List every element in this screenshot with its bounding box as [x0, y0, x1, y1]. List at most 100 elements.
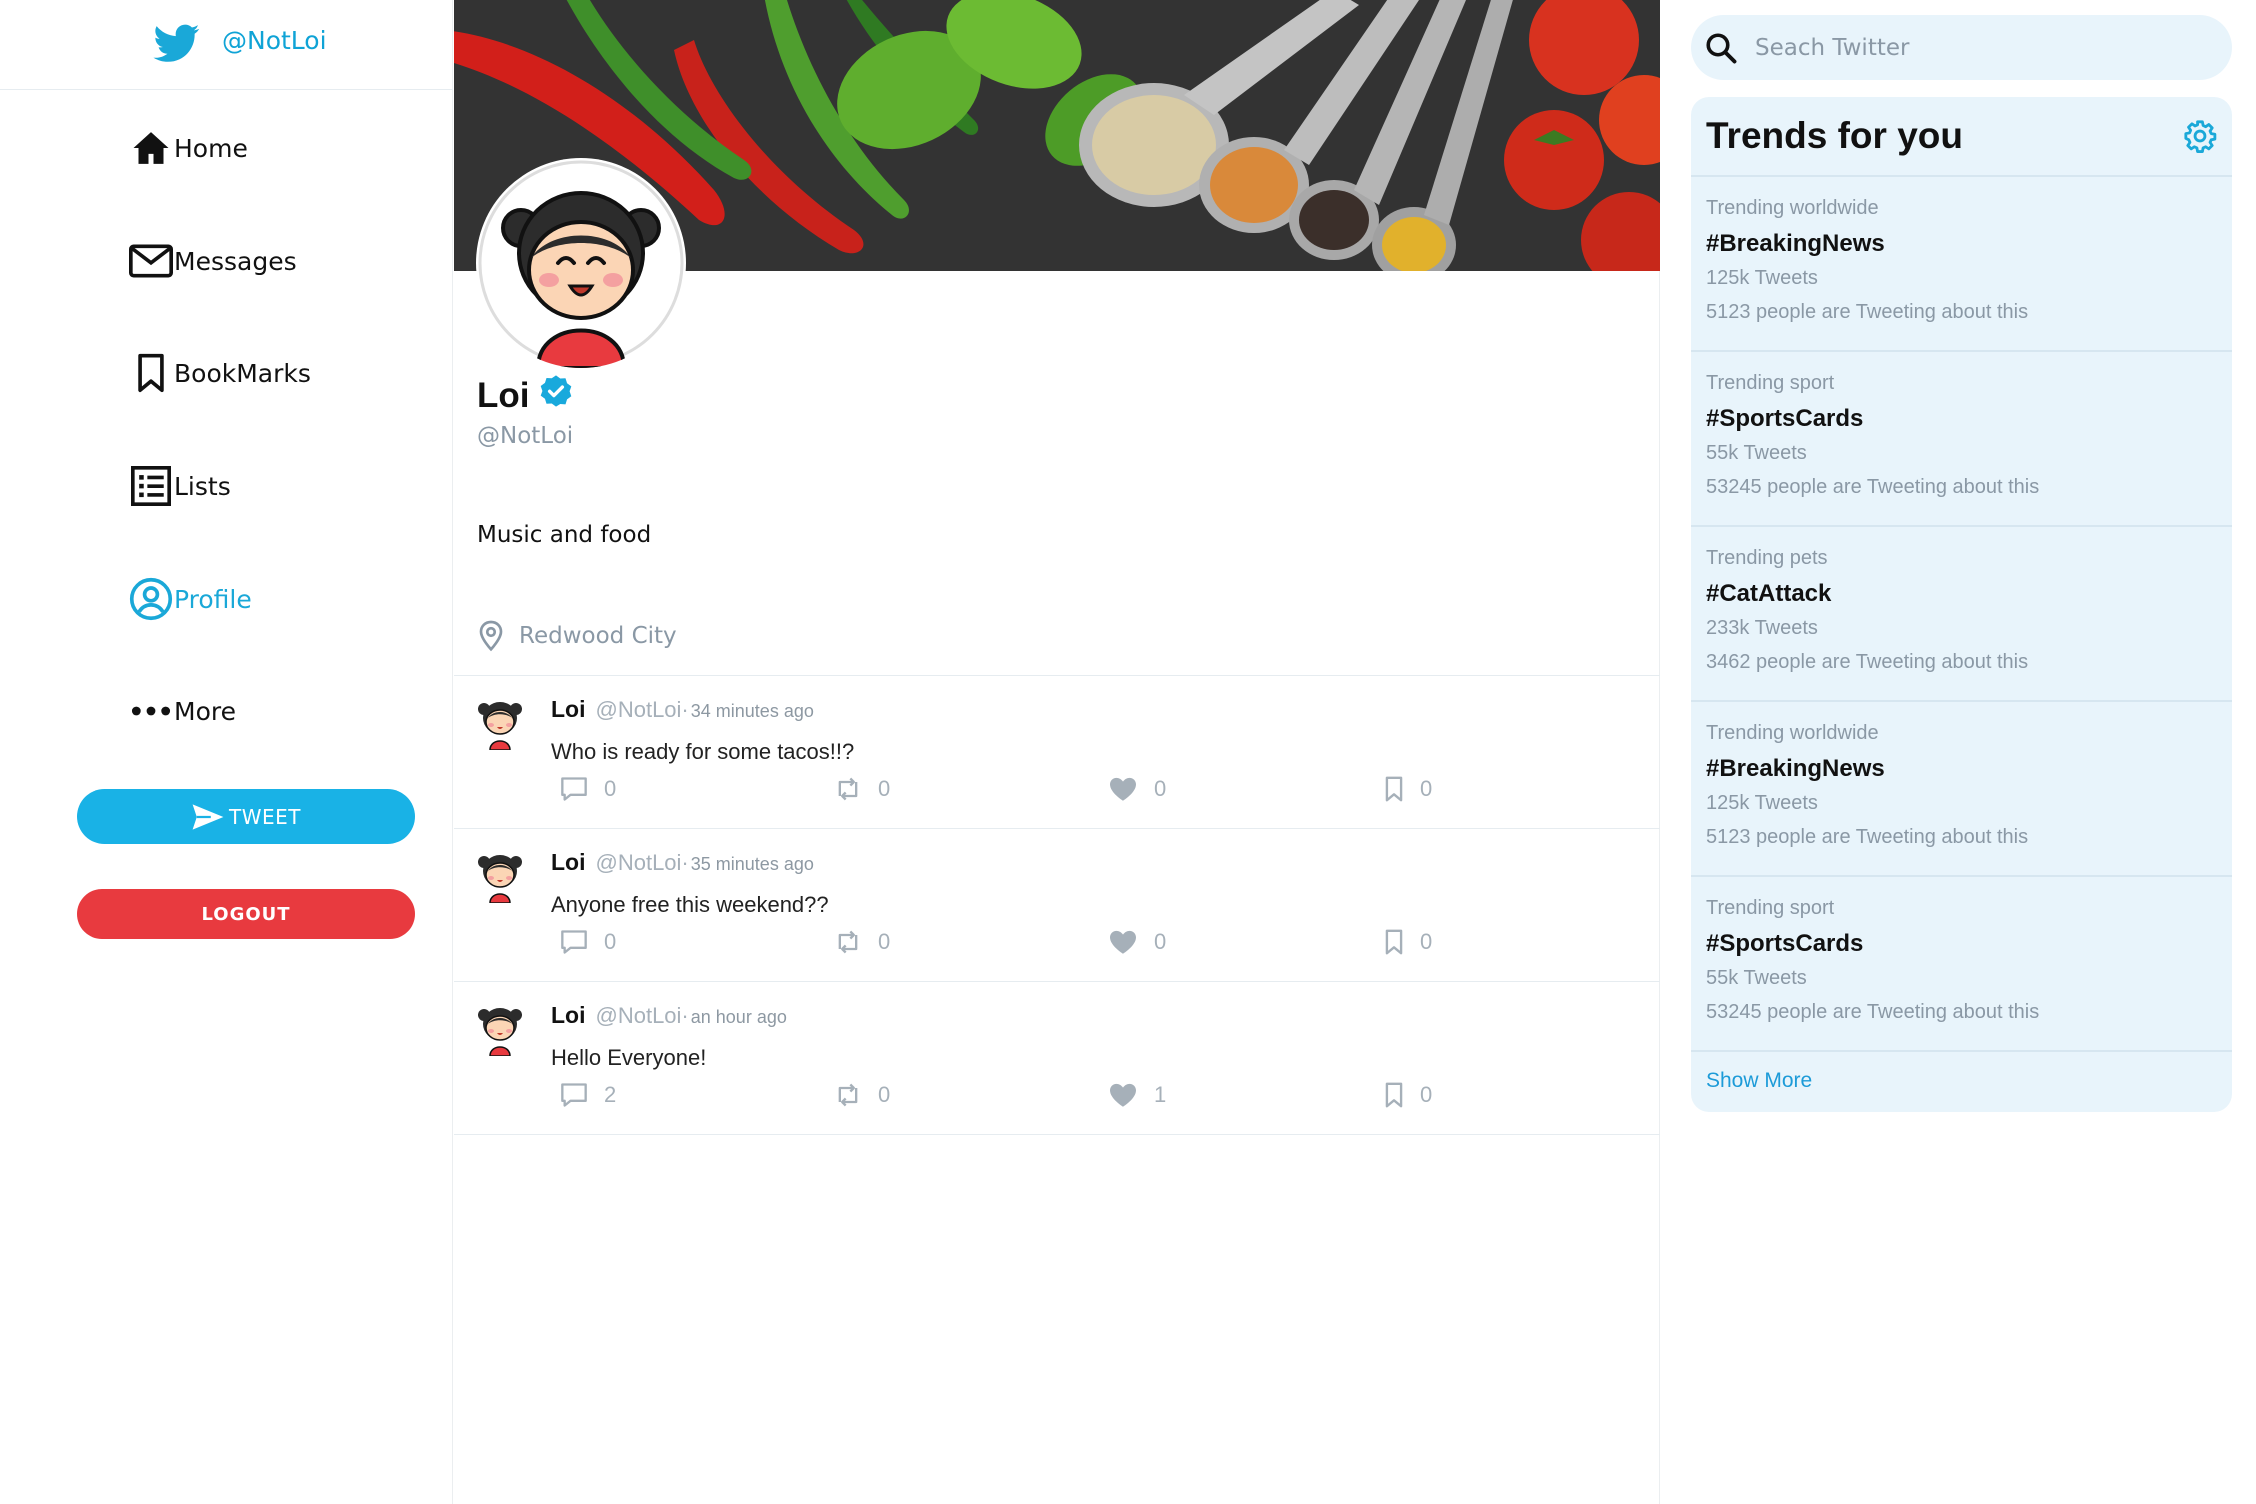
trend-item[interactable]: Trending worldwide #BreakingNews 125k Tw… [1691, 702, 2232, 877]
reply-icon [561, 930, 587, 954]
trend-category: Trending worldwide [1706, 722, 1879, 744]
tweet-timestamp: 35 minutes ago [690, 854, 814, 874]
reply-count: 0 [604, 776, 617, 801]
profile-location: Redwood City [477, 618, 677, 654]
trend-hashtag[interactable]: #BreakingNews [1706, 230, 1885, 258]
nav-item-home[interactable]: Home [128, 123, 248, 173]
retweet-count: 0 [878, 929, 891, 954]
tweet-avatar[interactable] [472, 1000, 528, 1056]
trend-item[interactable]: Trending sport #SportsCards 55k Tweets 5… [1691, 877, 2232, 1052]
bookmark-icon [1385, 1082, 1403, 1108]
trend-tweet-count: 125k Tweets [1706, 267, 1818, 289]
retweet-button[interactable]: 0 [834, 776, 890, 802]
trend-people-count: 5123 people are Tweeting about this [1706, 301, 2029, 323]
tweet-author-handle[interactable]: @NotLoi· [596, 850, 689, 876]
trend-hashtag[interactable]: #SportsCards [1706, 405, 1863, 433]
trend-hashtag[interactable]: #CatAttack [1706, 580, 1831, 608]
location-pin-icon [479, 620, 503, 652]
retweet-button[interactable]: 0 [834, 1082, 890, 1108]
twitter-bird-icon[interactable] [152, 20, 202, 66]
search-bar[interactable] [1691, 15, 2232, 80]
logout-button-label: LOGOUT [201, 903, 291, 925]
logout-button[interactable]: LOGOUT [77, 889, 415, 939]
nav-label: More [174, 696, 236, 726]
like-button[interactable]: 0 [1108, 929, 1166, 955]
reply-count: 2 [604, 1082, 617, 1107]
profile-handle: @NotLoi [477, 423, 574, 449]
reply-button[interactable]: 2 [560, 1082, 616, 1108]
bookmark-button[interactable]: 0 [1384, 776, 1432, 802]
tweet-author-handle[interactable]: @NotLoi· [596, 1003, 689, 1029]
trend-people-count: 5123 people are Tweeting about this [1706, 826, 2029, 848]
nav-item-messages[interactable]: Messages [128, 236, 297, 286]
trend-item[interactable]: Trending sport #SportsCards 55k Tweets 5… [1691, 352, 2232, 527]
reply-button[interactable]: 0 [560, 776, 616, 802]
tweet-item[interactable]: Loi @NotLoi· an hour ago Hello Everyone!… [454, 982, 1660, 1135]
like-count: 0 [1154, 929, 1167, 954]
trends-title: Trends for you [1706, 115, 1963, 156]
bookmark-button[interactable]: 0 [1384, 1082, 1432, 1108]
retweet-count: 0 [878, 776, 891, 801]
tweet-text: Hello Everyone! [551, 1045, 707, 1070]
trend-category: Trending sport [1706, 372, 1835, 394]
trend-category: Trending pets [1706, 547, 1828, 569]
profile-display-name: Loi [477, 374, 573, 417]
trend-tweet-count: 55k Tweets [1706, 967, 1807, 989]
bookmark-count: 0 [1420, 1082, 1433, 1107]
tweet-author-name[interactable]: Loi [551, 849, 586, 876]
show-more-link[interactable]: Show More [1706, 1069, 1812, 1093]
heart-icon [1110, 930, 1136, 954]
retweet-icon [838, 777, 858, 801]
brand-header: @NotLoi [0, 0, 453, 90]
list-icon [128, 463, 174, 509]
tweet-header: Loi @NotLoi· 35 minutes ago [551, 849, 814, 876]
bookmark-icon [128, 350, 174, 396]
trend-category: Trending sport [1706, 897, 1835, 919]
bookmark-button[interactable]: 0 [1384, 929, 1432, 955]
trend-people-count: 3462 people are Tweeting about this [1706, 651, 2029, 673]
tweet-author-name[interactable]: Loi [551, 696, 586, 723]
trend-hashtag[interactable]: #SportsCards [1706, 930, 1863, 958]
gear-icon[interactable] [2183, 119, 2217, 153]
trend-item[interactable]: Trending worldwide #BreakingNews 125k Tw… [1691, 177, 2232, 352]
tweet-header: Loi @NotLoi· an hour ago [551, 1002, 787, 1029]
profile-name: Loi [477, 375, 530, 415]
retweet-icon [838, 930, 858, 954]
tweet-item[interactable]: Loi @NotLoi· 35 minutes ago Anyone free … [454, 829, 1660, 982]
bookmark-count: 0 [1420, 776, 1433, 801]
tweet-avatar[interactable] [472, 847, 528, 903]
tweet-author-handle[interactable]: @NotLoi· [596, 697, 689, 723]
retweet-button[interactable]: 0 [834, 929, 890, 955]
tweet-text: Anyone free this weekend?? [551, 892, 829, 917]
tweet-author-name[interactable]: Loi [551, 1002, 586, 1029]
profile-avatar[interactable] [476, 158, 686, 368]
tweet-button[interactable]: TWEET [77, 789, 415, 844]
mail-icon [128, 238, 174, 284]
nav-label: Profile [174, 584, 252, 614]
location-label: Redwood City [519, 623, 677, 649]
like-button[interactable]: 0 [1108, 776, 1166, 802]
brand-handle[interactable]: @NotLoi [222, 26, 327, 55]
reply-button[interactable]: 0 [560, 929, 616, 955]
heart-icon [1110, 777, 1136, 801]
trends-panel: Trends for you Trending worldwide #Break… [1691, 97, 2232, 1112]
tweet-avatar[interactable] [472, 694, 528, 750]
left-sidebar: @NotLoi Home Messages BookMarks Lists Pr… [0, 0, 453, 1504]
heart-icon [1110, 1083, 1136, 1107]
trend-hashtag[interactable]: #BreakingNews [1706, 755, 1885, 783]
nav-item-profile[interactable]: Profile [128, 574, 252, 624]
reply-icon [561, 777, 587, 801]
nav-label: BookMarks [174, 358, 311, 388]
search-input[interactable] [1755, 34, 2195, 61]
trend-people-count: 53245 people are Tweeting about this [1706, 476, 2040, 498]
user-circle-icon [128, 576, 174, 622]
trend-item[interactable]: Trending pets #CatAttack 233k Tweets 346… [1691, 527, 2232, 702]
nav-item-lists[interactable]: Lists [128, 461, 231, 511]
like-button[interactable]: 1 [1108, 1082, 1166, 1108]
nav-item-bookmarks[interactable]: BookMarks [128, 348, 311, 398]
nav-item-more[interactable]: More [128, 686, 236, 736]
tweet-item[interactable]: Loi @NotLoi· 34 minutes ago Who is ready… [454, 676, 1660, 829]
tweet-feed: Loi @NotLoi· 34 minutes ago Who is ready… [454, 675, 1660, 1135]
reply-count: 0 [604, 929, 617, 954]
profile-bio: Music and food [477, 522, 652, 548]
